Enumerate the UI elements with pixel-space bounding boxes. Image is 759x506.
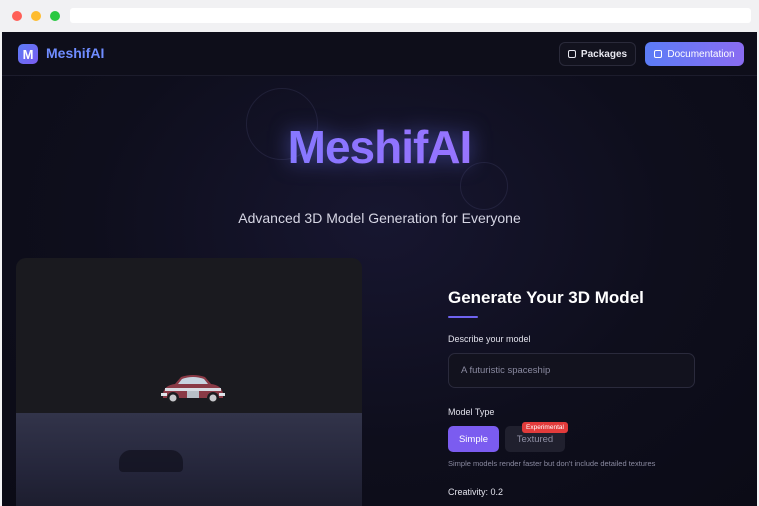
model-type-hint: Simple models render faster but don't in… (448, 459, 656, 468)
form-title: Generate Your 3D Model (448, 288, 644, 307)
hero-title: MeshifAI (2, 120, 757, 174)
experimental-badge: Experimental (522, 422, 568, 433)
packages-label: Packages (580, 48, 628, 60)
app-viewport: M MeshifAI Packages Documentation Meshif… (2, 32, 757, 506)
maximize-window-icon[interactable] (50, 11, 60, 21)
minimize-window-icon[interactable] (31, 11, 41, 21)
documentation-label: Documentation (667, 48, 735, 60)
close-window-icon[interactable] (12, 11, 22, 21)
logo-icon[interactable]: M (18, 44, 38, 64)
car-model-preview (161, 375, 225, 404)
navbar: M MeshifAI Packages Documentation (2, 32, 757, 76)
simple-type-button[interactable]: Simple (448, 426, 499, 452)
hero-subtitle: Advanced 3D Model Generation for Everyon… (238, 210, 521, 226)
browser-chrome (0, 0, 759, 32)
creativity-label: Creativity: 0.2 (448, 487, 504, 497)
cube-icon (567, 50, 576, 58)
preview-floor (16, 413, 362, 506)
brand-name[interactable]: MeshifAI (46, 45, 104, 61)
model-description-input[interactable] (448, 353, 695, 388)
car-shadow (119, 450, 183, 472)
title-underline (448, 316, 478, 318)
model-type-label: Model Type (448, 407, 495, 417)
document-icon (654, 50, 663, 58)
describe-label: Describe your model (448, 334, 531, 344)
address-bar[interactable] (70, 8, 751, 23)
documentation-button[interactable]: Documentation (645, 42, 744, 66)
packages-button[interactable]: Packages (559, 42, 636, 66)
model-preview-canvas[interactable] (16, 258, 362, 506)
